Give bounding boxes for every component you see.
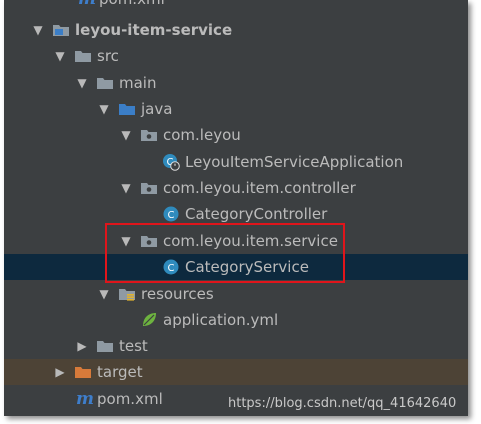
spring-boot-class-icon: C	[162, 153, 180, 171]
tree-row-java[interactable]: ▼ java	[4, 96, 468, 122]
tree-row-package-controller[interactable]: ▼ com.leyou.item.controller	[4, 175, 468, 201]
tree-row-application-class[interactable]: C LeyouItemServiceApplication	[4, 149, 468, 175]
tree-label: target	[97, 363, 143, 381]
tree-label: resources	[141, 285, 214, 303]
folder-icon	[96, 337, 114, 355]
tree-row-resources[interactable]: ▼ resources	[4, 281, 468, 307]
tree-label: CategoryService	[185, 258, 309, 276]
package-icon	[140, 232, 158, 250]
tree-row-package-service[interactable]: ▼ com.leyou.item.service	[4, 228, 468, 254]
folder-icon	[74, 47, 92, 65]
tree-label: application.yml	[163, 311, 279, 329]
tree-row-package-root[interactable]: ▼ com.leyou	[4, 122, 468, 148]
tree-label: CategoryController	[185, 205, 328, 223]
chevron-down-icon[interactable]: ▼	[118, 127, 134, 143]
watermark-url: https://blog.csdn.net/qq_41642640	[228, 396, 457, 411]
chevron-down-icon[interactable]: ▼	[118, 233, 134, 249]
tree-label: com.leyou.item.service	[163, 232, 338, 250]
tree-row-main[interactable]: ▼ main	[4, 70, 468, 96]
maven-icon: m	[76, 389, 94, 409]
tree-label: src	[97, 47, 119, 65]
tree-label: leyou-item-service	[75, 21, 233, 39]
package-icon	[140, 126, 158, 144]
tree-row-src[interactable]: ▼ src	[4, 43, 468, 69]
chevron-right-icon[interactable]: ▶	[74, 338, 90, 354]
folder-icon	[96, 74, 114, 92]
excluded-folder-icon	[74, 363, 92, 381]
tree-row-service-class[interactable]: C CategoryService	[4, 254, 468, 280]
chevron-right-icon[interactable]: ▶	[52, 364, 68, 380]
chevron-down-icon[interactable]: ▼	[52, 48, 68, 64]
module-folder-icon	[52, 21, 70, 39]
resources-folder-icon	[118, 285, 136, 303]
tree-row-controller-class[interactable]: C CategoryController	[4, 201, 468, 227]
tree-label: test	[119, 337, 148, 355]
svg-text:C: C	[168, 263, 175, 274]
tree-label: pom.xml	[99, 0, 165, 12]
tree-label: java	[141, 100, 173, 118]
svg-text:C: C	[168, 210, 175, 221]
tree-row-module[interactable]: ▼ leyou-item-service	[4, 17, 468, 43]
tree-label: pom.xml	[97, 390, 163, 408]
chevron-down-icon[interactable]: ▼	[118, 180, 134, 196]
tree-row-application-yml[interactable]: application.yml	[4, 307, 468, 333]
chevron-down-icon[interactable]: ▼	[30, 22, 46, 38]
package-icon	[140, 179, 158, 197]
tree-label: com.leyou	[163, 126, 241, 144]
maven-icon: m	[76, 0, 96, 9]
project-tree-panel: m pom.xml ▼ leyou-item-service ▼ src	[4, 0, 468, 416]
tree-row-pom-top[interactable]: m pom.xml	[4, 0, 468, 12]
chevron-down-icon[interactable]: ▼	[96, 101, 112, 117]
class-icon: C	[162, 258, 180, 276]
tree-label: main	[119, 74, 157, 92]
tree-label: com.leyou.item.controller	[163, 179, 356, 197]
spring-leaf-icon	[140, 311, 158, 329]
chevron-down-icon[interactable]: ▼	[96, 286, 112, 302]
source-folder-icon	[118, 100, 136, 118]
tree-label: LeyouItemServiceApplication	[185, 153, 404, 171]
tree-row-test[interactable]: ▶ test	[4, 333, 468, 359]
chevron-down-icon[interactable]: ▼	[74, 75, 90, 91]
class-icon: C	[162, 205, 180, 223]
project-tree: m pom.xml ▼ leyou-item-service ▼ src	[4, 0, 468, 416]
tree-row-target[interactable]: ▶ target	[4, 359, 468, 385]
